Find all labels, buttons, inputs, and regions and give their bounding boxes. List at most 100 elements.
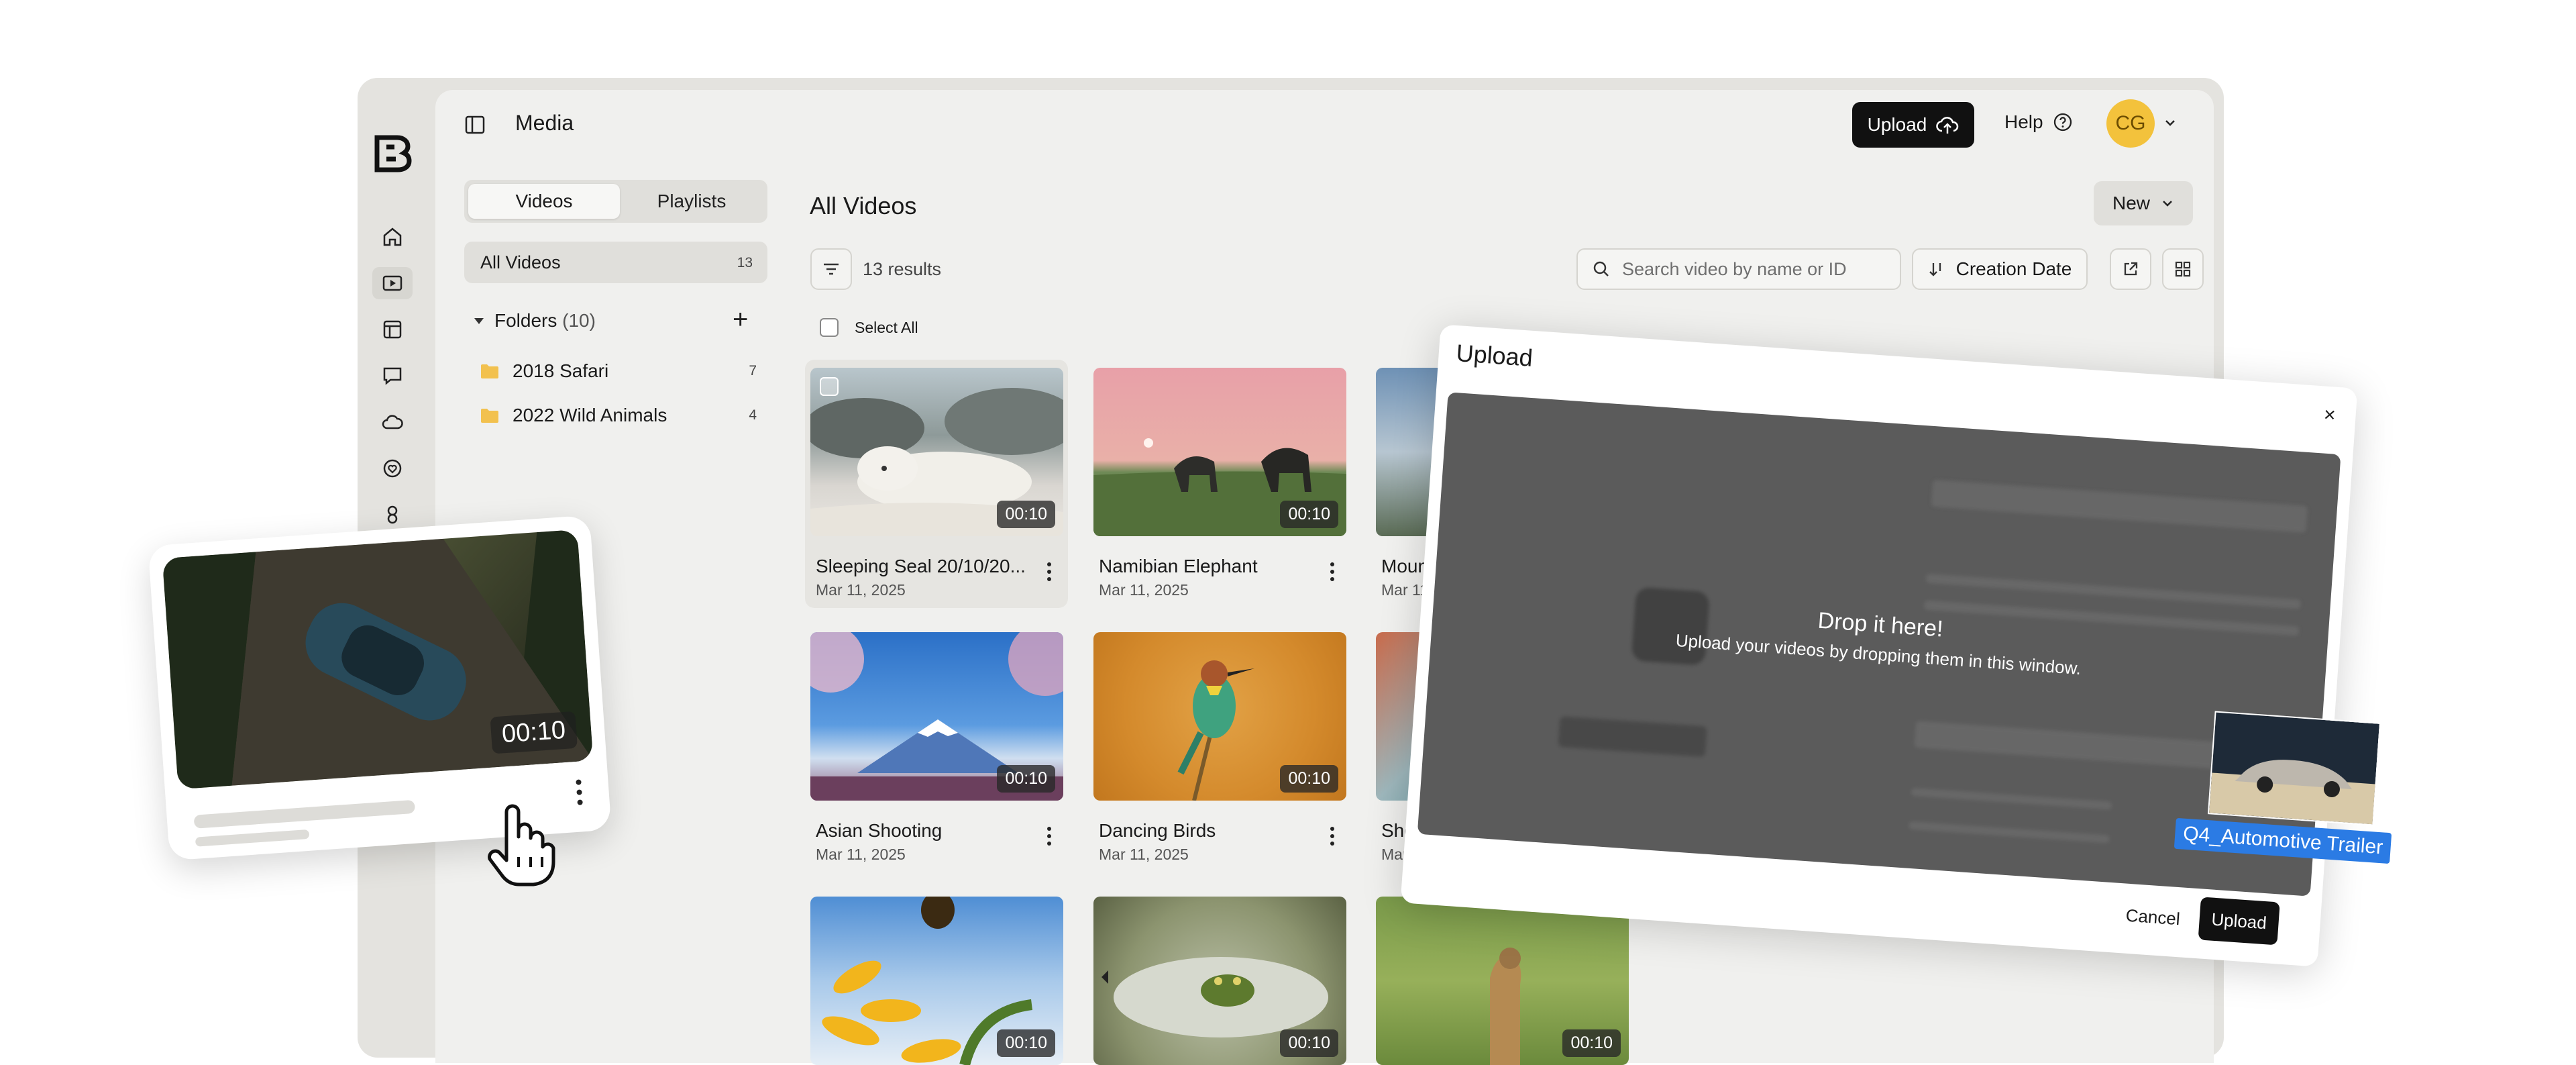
car-image bbox=[2209, 712, 2379, 825]
more-options-icon[interactable] bbox=[1046, 827, 1052, 854]
hand-cursor-icon bbox=[488, 804, 555, 886]
floating-thumbnail[interactable]: 00:10 bbox=[162, 529, 594, 790]
card-checkbox[interactable] bbox=[820, 377, 839, 396]
grid-view-button[interactable] bbox=[2162, 248, 2204, 290]
share-icon bbox=[2124, 262, 2138, 276]
title-placeholder-line bbox=[193, 799, 416, 829]
video-thumbnail[interactable]: 00:10 bbox=[1093, 368, 1346, 536]
video-thumbnail[interactable]: 00:10 bbox=[1376, 897, 1629, 1065]
user-avatar[interactable]: CG bbox=[2106, 99, 2155, 148]
video-date: Mar 11, 2025 bbox=[816, 846, 906, 863]
folder-name: 2018 Safari bbox=[513, 360, 609, 381]
close-icon[interactable]: × bbox=[2323, 403, 2337, 427]
integrations-icon[interactable] bbox=[372, 499, 413, 531]
comments-icon[interactable] bbox=[372, 360, 413, 392]
video-thumbnail[interactable]: 00:10 bbox=[1093, 632, 1346, 801]
chevron-down-icon[interactable] bbox=[2163, 115, 2178, 130]
folder-icon bbox=[481, 409, 498, 423]
video-card[interactable]: 00:10 Sleeping Seal 20/10/20... Mar 11, … bbox=[805, 360, 1068, 608]
video-title: Sleeping Seal 20/10/20... bbox=[816, 556, 1026, 576]
upload-modal: Upload × Drop it here! Upload your video… bbox=[1400, 324, 2358, 967]
shield-heart-icon[interactable] bbox=[372, 452, 413, 485]
video-date: Mar 11, 2025 bbox=[1099, 581, 1189, 599]
video-card[interactable]: 00:10 Asian Shooting Mar 11, 2025 bbox=[810, 632, 1063, 874]
cancel-button[interactable]: Cancel bbox=[2125, 905, 2181, 930]
upload-button[interactable]: Upload bbox=[1852, 102, 1974, 148]
tab-videos[interactable]: Videos bbox=[468, 184, 620, 219]
video-thumbnail[interactable]: 00:10 bbox=[1093, 897, 1346, 1065]
more-options-icon[interactable] bbox=[1330, 827, 1335, 854]
brand-logo[interactable] bbox=[371, 132, 414, 174]
sort-label: Creation Date bbox=[1955, 258, 2072, 279]
video-thumbnail[interactable]: 00:10 bbox=[810, 368, 1063, 536]
page-title: Media bbox=[515, 111, 574, 135]
layout-icon[interactable] bbox=[372, 313, 413, 346]
video-card[interactable]: 00:10 Dancing Birds Mar 11, 2025 bbox=[1093, 632, 1346, 874]
folders-header[interactable]: Folders (10) bbox=[473, 310, 596, 332]
video-card[interactable]: 00:10 Namibian Elephant Mar 11, 2025 bbox=[1093, 368, 1346, 609]
duration-badge: 00:10 bbox=[997, 765, 1055, 793]
search-box[interactable] bbox=[1576, 248, 1901, 290]
video-date: Mar 11, 2025 bbox=[816, 581, 906, 599]
search-icon bbox=[1593, 261, 1609, 276]
video-thumbnail[interactable]: 00:10 bbox=[810, 897, 1063, 1065]
duration-badge: 00:10 bbox=[997, 1029, 1055, 1057]
filter-icon bbox=[824, 263, 839, 275]
add-folder-button[interactable]: + bbox=[733, 306, 748, 333]
all-videos-label: All Videos bbox=[480, 252, 561, 272]
chevron-down-icon bbox=[2163, 201, 2172, 207]
modal-upload-button[interactable]: Upload bbox=[2198, 897, 2280, 946]
home-icon[interactable] bbox=[372, 221, 413, 253]
help-circle-icon bbox=[2053, 113, 2072, 132]
media-icon[interactable] bbox=[372, 267, 413, 299]
folders-count: (10) bbox=[562, 310, 596, 331]
help-link[interactable]: Help bbox=[2004, 111, 2073, 133]
content-title: All Videos bbox=[810, 192, 917, 219]
folder-count: 4 bbox=[749, 407, 757, 423]
folders-label: Folders bbox=[494, 310, 557, 331]
dragged-file-thumbnail[interactable] bbox=[2207, 711, 2381, 826]
video-card[interactable]: 00:10 bbox=[1093, 897, 1346, 1065]
video-card[interactable]: 00:10 bbox=[810, 897, 1063, 1065]
date-placeholder-line bbox=[195, 829, 310, 847]
video-title: Namibian Elephant bbox=[1099, 556, 1258, 576]
more-options-icon[interactable] bbox=[576, 779, 583, 808]
new-button[interactable]: New bbox=[2094, 181, 2193, 225]
all-videos-count: 13 bbox=[737, 255, 753, 270]
search-input[interactable] bbox=[1621, 258, 1892, 281]
duration-badge: 00:10 bbox=[1562, 1029, 1621, 1057]
select-all-label: Select All bbox=[855, 318, 918, 336]
more-options-icon[interactable] bbox=[1330, 562, 1335, 589]
folder-item[interactable]: 2022 Wild Animals 4 bbox=[480, 402, 757, 429]
duration-badge: 00:10 bbox=[1280, 765, 1338, 793]
duration-badge: 00:10 bbox=[1280, 501, 1338, 528]
more-options-icon[interactable] bbox=[1046, 562, 1052, 589]
modal-title: Upload bbox=[1455, 339, 1534, 372]
duration-badge: 00:10 bbox=[490, 711, 578, 754]
sort-icon bbox=[1929, 263, 1941, 276]
media-type-toggle: Videos Playlists bbox=[464, 180, 767, 223]
duration-badge: 00:10 bbox=[997, 501, 1055, 528]
grid-icon bbox=[2175, 261, 2191, 277]
sort-button[interactable]: Creation Date bbox=[1912, 248, 2088, 290]
caret-down-icon bbox=[474, 318, 484, 324]
video-date: Mar 11, 2025 bbox=[1099, 846, 1189, 863]
cloud-icon[interactable] bbox=[372, 406, 413, 438]
select-all-checkbox[interactable] bbox=[820, 318, 839, 337]
sidebar-item-all-videos[interactable]: All Videos 13 bbox=[464, 242, 767, 283]
sidebar-toggle-icon[interactable] bbox=[463, 113, 487, 137]
cloud-upload-icon bbox=[1936, 117, 1959, 134]
video-title: Dancing Birds bbox=[1099, 820, 1216, 841]
new-button-label: New bbox=[2112, 193, 2150, 213]
video-card[interactable]: 00:10 bbox=[1376, 897, 1629, 1065]
video-thumbnail[interactable]: 00:10 bbox=[810, 632, 1063, 801]
export-button[interactable] bbox=[2110, 248, 2151, 290]
help-label: Help bbox=[2004, 111, 2043, 132]
select-all[interactable]: Select All bbox=[820, 318, 918, 337]
tab-playlists[interactable]: Playlists bbox=[620, 184, 763, 219]
folder-item[interactable]: 2018 Safari 7 bbox=[480, 358, 757, 385]
filter-button[interactable] bbox=[810, 248, 852, 290]
duration-badge: 00:10 bbox=[1280, 1029, 1338, 1057]
folder-count: 7 bbox=[749, 363, 757, 378]
results-count: 13 results bbox=[863, 259, 942, 279]
